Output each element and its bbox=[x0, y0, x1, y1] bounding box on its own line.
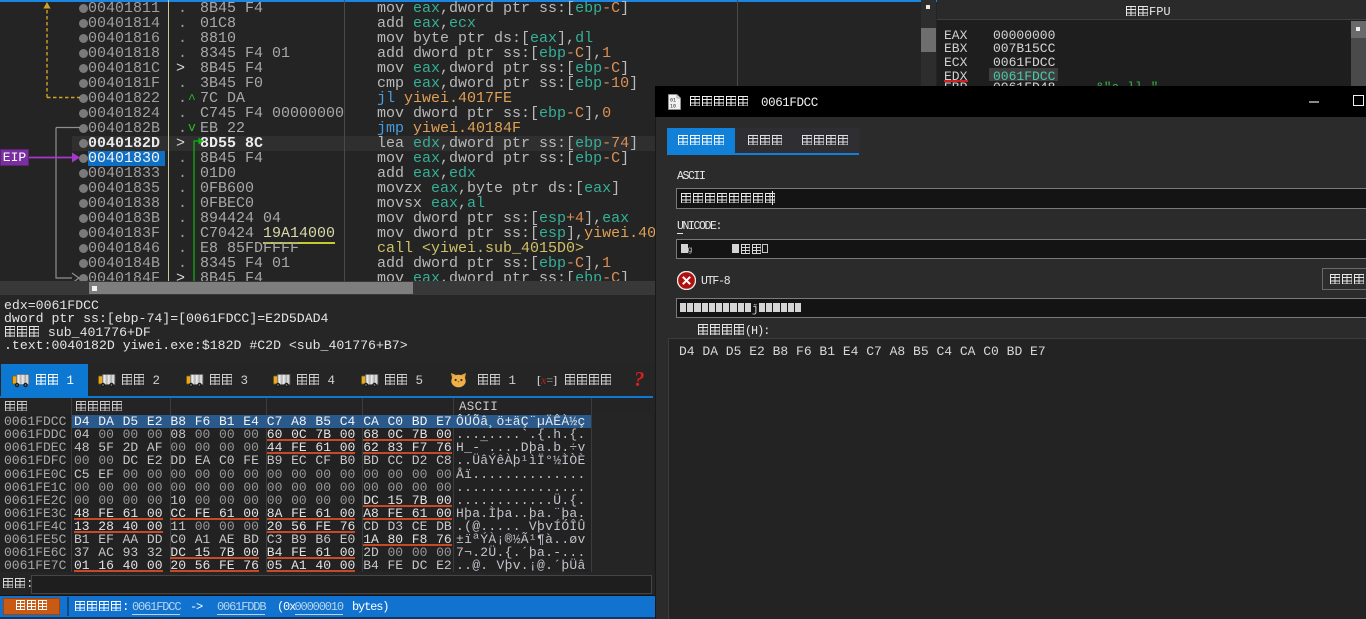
svg-text:10: 10 bbox=[670, 104, 676, 110]
